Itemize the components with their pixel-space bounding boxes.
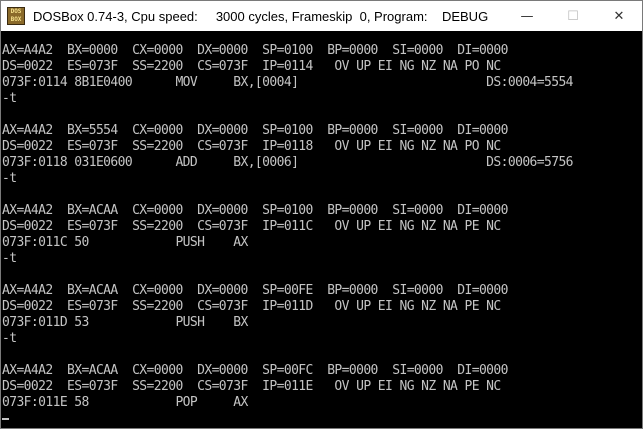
console-line: -t bbox=[2, 251, 17, 266]
dosbox-icon[interactable]: DOS BOX bbox=[7, 7, 25, 25]
console-line: DS=0022 ES=073F SS=2200 CS=073F IP=0114 … bbox=[2, 59, 501, 74]
console-line: AX=A4A2 BX=5554 CX=0000 DX=0000 SP=0100 … bbox=[2, 123, 508, 138]
console-line: DS=0022 ES=073F SS=2200 CS=073F IP=0118 … bbox=[2, 139, 501, 154]
console-line: 073F:0114 8B1E0400 MOV BX,[0004] DS:0004… bbox=[2, 75, 574, 90]
text-cursor bbox=[2, 418, 9, 420]
console-line: DS=0022 ES=073F SS=2200 CS=073F IP=011D … bbox=[2, 299, 501, 314]
console-line: -t bbox=[2, 171, 17, 186]
console-line: 073F:0118 031E0600 ADD BX,[0006] DS:0006… bbox=[2, 155, 574, 170]
console-line: DS=0022 ES=073F SS=2200 CS=073F IP=011C … bbox=[2, 219, 501, 234]
console-line: 073F:011E 58 POP AX bbox=[2, 395, 248, 410]
console-line: 073F:011C 50 PUSH AX bbox=[2, 235, 248, 250]
console-line: 073F:011D 53 PUSH BX bbox=[2, 315, 248, 330]
window-controls: — ☐ ✕ bbox=[504, 1, 642, 31]
title-bar[interactable]: DOS BOX DOSBox 0.74-3, Cpu speed: 3000 c… bbox=[1, 1, 642, 31]
console-line: AX=A4A2 BX=ACAA CX=0000 DX=0000 SP=00FC … bbox=[2, 363, 508, 378]
window-title: DOSBox 0.74-3, Cpu speed: 3000 cycles, F… bbox=[33, 8, 489, 24]
minimize-button[interactable]: — bbox=[504, 1, 550, 31]
maximize-icon: ☐ bbox=[567, 8, 579, 24]
console-line: AX=A4A2 BX=0000 CX=0000 DX=0000 SP=0100 … bbox=[2, 43, 508, 58]
console-line: -t bbox=[2, 91, 17, 106]
dosbox-window: DOS BOX DOSBox 0.74-3, Cpu speed: 3000 c… bbox=[0, 0, 643, 429]
console-line: -t bbox=[2, 331, 17, 346]
dos-console[interactable]: AX=A4A2 BX=0000 CX=0000 DX=0000 SP=0100 … bbox=[1, 31, 642, 428]
console-line: DS=0022 ES=073F SS=2200 CS=073F IP=011E … bbox=[2, 379, 501, 394]
console-line: AX=A4A2 BX=ACAA CX=0000 DX=0000 SP=0100 … bbox=[2, 203, 508, 218]
close-button[interactable]: ✕ bbox=[596, 1, 642, 31]
minimize-icon: — bbox=[520, 8, 534, 24]
maximize-button[interactable]: ☐ bbox=[550, 1, 596, 31]
icon-text-1: DOS bbox=[10, 8, 22, 15]
console-line: AX=A4A2 BX=ACAA CX=0000 DX=0000 SP=00FE … bbox=[2, 283, 508, 298]
icon-text-2: BOX bbox=[10, 16, 22, 23]
close-icon: ✕ bbox=[613, 8, 625, 24]
